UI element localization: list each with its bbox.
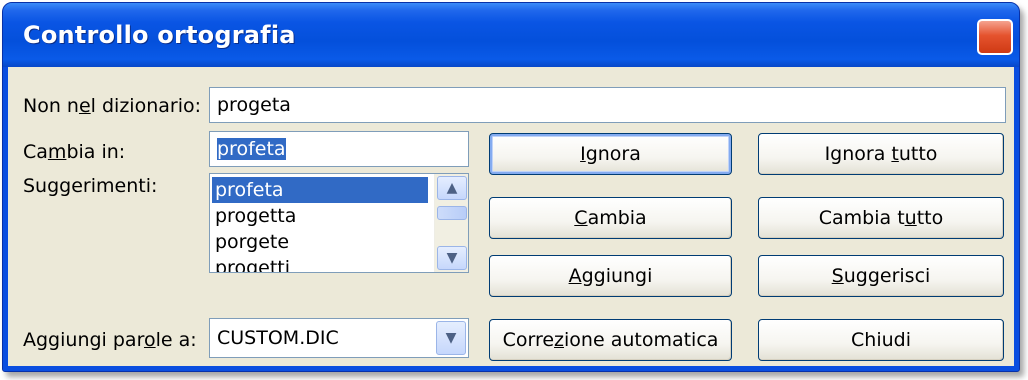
- change-to-value: profeta: [217, 138, 286, 160]
- change-to-field[interactable]: profeta: [209, 131, 469, 167]
- change-to-label: Cambia in:: [23, 141, 126, 163]
- scroll-up-button[interactable]: ▲: [437, 176, 467, 200]
- suggestions-label: Suggerimenti:: [23, 175, 158, 197]
- not-in-dictionary-field[interactable]: progeta: [209, 87, 1006, 123]
- dictionary-dropdown-button[interactable]: ▼: [436, 321, 466, 355]
- scroll-down-button[interactable]: ▼: [437, 246, 467, 270]
- title-bar[interactable]: Controllo ortografia: [3, 3, 1019, 67]
- add-button[interactable]: Aggiungi: [489, 255, 732, 297]
- not-in-dictionary-label: Non nel dizionario:: [23, 95, 202, 117]
- chevron-down-icon: ▼: [445, 330, 457, 346]
- suggestions-list[interactable]: profeta progetta porgete progetti ▲ ▼: [209, 173, 469, 273]
- change-button[interactable]: Cambia: [489, 197, 732, 239]
- suggestions-scrollbar[interactable]: ▲ ▼: [434, 174, 468, 272]
- list-item[interactable]: progetti: [212, 255, 428, 272]
- chevron-down-icon: ▼: [446, 250, 458, 266]
- add-words-to-label: Aggiungi parole a:: [23, 329, 197, 351]
- ignore-all-button[interactable]: Ignora tutto: [758, 133, 1004, 175]
- dialog-body: Non nel dizionario: progeta Cambia in: p…: [8, 67, 1014, 366]
- chevron-up-icon: ▲: [446, 180, 458, 196]
- ignore-button[interactable]: Ignora: [489, 133, 732, 175]
- list-item[interactable]: porgete: [212, 229, 428, 255]
- list-item[interactable]: profeta: [212, 177, 428, 203]
- dictionary-select-value: CUSTOM.DIC: [217, 327, 339, 349]
- close-window-button[interactable]: [977, 19, 1013, 55]
- scroll-thumb[interactable]: [437, 206, 467, 220]
- close-button[interactable]: Chiudi: [758, 319, 1004, 361]
- dictionary-select[interactable]: CUSTOM.DIC ▼: [209, 318, 469, 358]
- suggest-button[interactable]: Suggerisci: [758, 255, 1004, 297]
- change-all-button[interactable]: Cambia tutto: [758, 197, 1004, 239]
- dialog-title: Controllo ortografia: [23, 21, 296, 49]
- autocorrect-button[interactable]: Correzione automatica: [489, 319, 732, 361]
- spell-check-dialog: Controllo ortografia Non nel dizionario:…: [2, 2, 1020, 372]
- list-item[interactable]: progetta: [212, 203, 428, 229]
